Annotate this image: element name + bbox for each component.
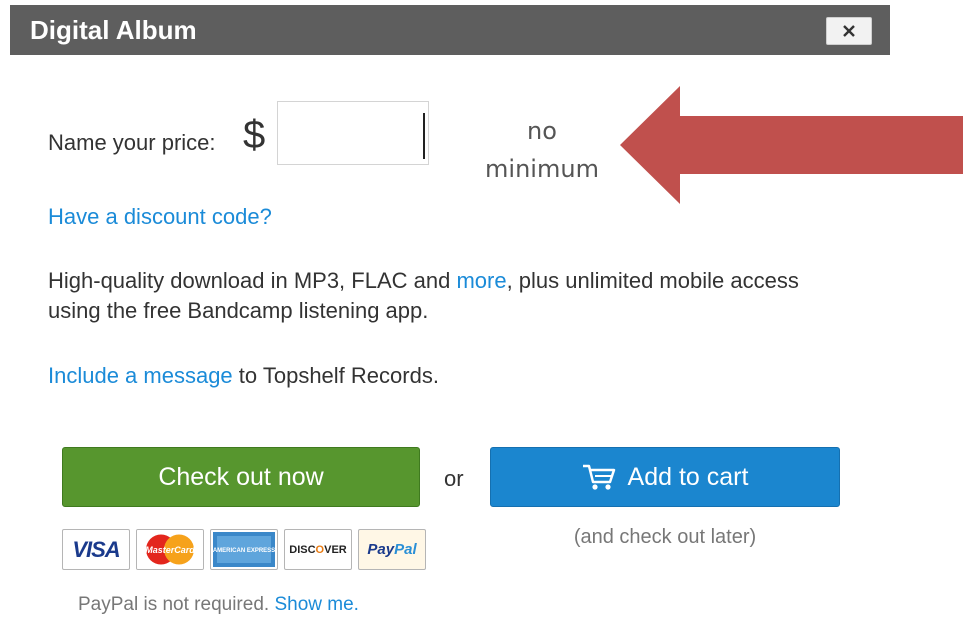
paypal-pal: Pal [394, 541, 417, 558]
discover-text: DISCOVER [289, 544, 346, 556]
dialog-titlebar: Digital Album [10, 5, 890, 55]
more-formats-link[interactable]: more [456, 268, 506, 293]
close-icon [843, 25, 855, 37]
payment-cards: VISA MasterCard AMERICAN EXPRESS DISCOVE… [62, 529, 426, 570]
mastercard-text: MasterCard [145, 545, 195, 555]
no-minimum-note: no minimum [472, 112, 612, 188]
amex-text: AMERICAN EXPRESS [213, 548, 275, 554]
no-minimum-line1: no [527, 117, 557, 145]
amex-logo: AMERICAN EXPRESS [213, 532, 275, 567]
message-suffix: to Topshelf Records. [232, 363, 439, 388]
dialog-title: Digital Album [30, 15, 197, 45]
include-message-link[interactable]: Include a message [48, 363, 233, 388]
currency-symbol: $ [243, 113, 266, 157]
price-label: Name your price: [48, 130, 216, 155]
description-text-1: High-quality download in MP3, FLAC and [48, 268, 457, 293]
paypal-note: PayPal is not required. Show me. [78, 594, 359, 616]
mastercard-logo: MasterCard [137, 530, 203, 569]
paypal-card: PayPal [358, 529, 426, 570]
cart-note: (and check out later) [573, 526, 757, 548]
discount-code-link[interactable]: Have a discount code? [48, 204, 272, 230]
paypal-text: PayPal [367, 541, 416, 558]
price-input[interactable] [277, 101, 429, 165]
paypal-note-text: PayPal is not required. [78, 594, 275, 615]
checkout-now-button[interactable]: Check out now [62, 447, 420, 507]
show-me-link[interactable]: Show me. [274, 594, 358, 615]
download-description: High-quality download in MP3, FLAC and m… [48, 266, 808, 326]
close-button[interactable] [826, 17, 872, 45]
discover-post: VER [324, 543, 347, 556]
add-to-cart-label: Add to cart [627, 462, 749, 491]
discover-pre: DISC [289, 543, 316, 556]
include-message-row: Include a message to Topshelf Records. [48, 363, 439, 389]
visa-card: VISA [62, 529, 130, 570]
no-minimum-line2: minimum [485, 155, 599, 183]
visa-text: VISA [72, 536, 120, 562]
discover-o: O [315, 543, 325, 556]
paypal-pay: Pay [367, 541, 395, 558]
add-to-cart-button[interactable]: Add to cart [490, 447, 840, 507]
arrow-icon [620, 86, 963, 204]
discover-card: DISCOVER [284, 529, 352, 570]
or-separator: or [444, 466, 464, 491]
amex-card: AMERICAN EXPRESS [210, 529, 278, 570]
text-caret [423, 113, 425, 159]
cart-icon [582, 464, 615, 490]
mastercard-card: MasterCard [136, 529, 204, 570]
